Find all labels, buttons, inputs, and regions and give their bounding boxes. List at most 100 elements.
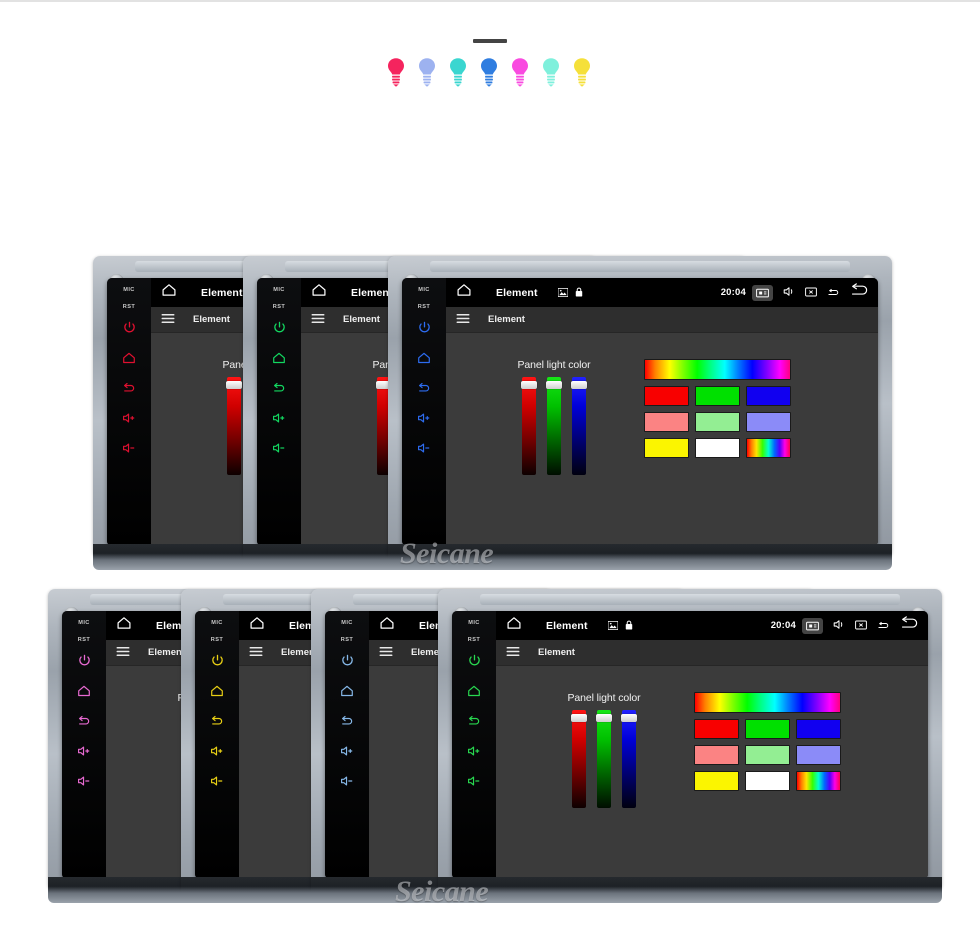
volume-up-button[interactable] [417, 412, 432, 424]
power-button[interactable] [123, 321, 136, 334]
green-slider[interactable] [596, 710, 612, 808]
periwinkle-swatch[interactable] [796, 745, 841, 765]
lock-icon[interactable] [575, 284, 583, 302]
power-button[interactable] [418, 321, 431, 334]
home-button[interactable] [467, 685, 481, 697]
app-bar: Element [446, 307, 878, 333]
power-button[interactable] [78, 654, 91, 667]
home-button[interactable] [210, 685, 224, 697]
home-icon[interactable] [379, 616, 395, 635]
back-button[interactable] [417, 382, 431, 394]
back-button[interactable] [77, 715, 91, 727]
hamburger-menu-icon[interactable] [116, 644, 130, 662]
screen-off-icon[interactable] [805, 284, 817, 302]
salmon-swatch[interactable] [694, 745, 739, 765]
power-button[interactable] [211, 654, 224, 667]
hamburger-menu-icon[interactable] [506, 644, 520, 662]
bulb-legend-item-cyan [447, 57, 472, 87]
hard-key-strip: MIC RST [257, 278, 301, 546]
hamburger-menu-icon[interactable] [249, 644, 263, 662]
image-icon[interactable] [557, 284, 568, 302]
touch-screen[interactable]: Element 20:04 [446, 278, 878, 546]
volume-up-button[interactable] [210, 745, 225, 757]
rainbow-swatch[interactable] [796, 771, 841, 791]
white-swatch[interactable] [695, 438, 740, 458]
back-arrow-icon[interactable] [850, 283, 869, 302]
recent-apps-icon[interactable] [827, 284, 840, 302]
home-button[interactable] [340, 685, 354, 697]
volume-up-button[interactable] [77, 745, 92, 757]
power-button[interactable] [468, 654, 481, 667]
red-slider[interactable] [521, 377, 537, 475]
home-button[interactable] [77, 685, 91, 697]
blue-slider-thumb[interactable] [571, 381, 587, 389]
rainbow-spectrum-swatch[interactable] [644, 359, 791, 380]
hamburger-menu-icon[interactable] [311, 311, 325, 329]
recent-apps-icon[interactable] [877, 617, 890, 635]
blue-slider[interactable] [571, 377, 587, 475]
back-button[interactable] [340, 715, 354, 727]
back-button[interactable] [467, 715, 481, 727]
volume-down-button[interactable] [467, 775, 482, 787]
touch-screen[interactable]: Element 20:04 [496, 611, 928, 879]
volume-down-button[interactable] [272, 442, 287, 454]
screenshot-icon[interactable] [802, 617, 823, 634]
volume-up-button[interactable] [122, 412, 137, 424]
green-slider[interactable] [546, 377, 562, 475]
home-icon[interactable] [311, 283, 327, 302]
power-button[interactable] [341, 654, 354, 667]
red-swatch[interactable] [694, 719, 739, 739]
volume-up-button[interactable] [467, 745, 482, 757]
volume-up-button[interactable] [340, 745, 355, 757]
blue-swatch[interactable] [746, 386, 791, 406]
power-button[interactable] [273, 321, 286, 334]
blue-slider[interactable] [621, 710, 637, 808]
home-icon[interactable] [456, 283, 472, 302]
home-icon[interactable] [506, 616, 522, 635]
rainbow-swatch[interactable] [746, 438, 791, 458]
home-button[interactable] [417, 352, 431, 364]
white-swatch[interactable] [745, 771, 790, 791]
mute-icon[interactable] [783, 284, 795, 302]
light-green-swatch[interactable] [745, 745, 790, 765]
blue-slider-thumb[interactable] [621, 714, 637, 722]
volume-down-button[interactable] [340, 775, 355, 787]
back-button[interactable] [122, 382, 136, 394]
home-icon[interactable] [116, 616, 132, 635]
red-slider[interactable] [571, 710, 587, 808]
red-slider-thumb[interactable] [571, 714, 587, 722]
hamburger-menu-icon[interactable] [161, 311, 175, 329]
screen-off-icon[interactable] [855, 617, 867, 635]
yellow-swatch[interactable] [694, 771, 739, 791]
volume-down-button[interactable] [417, 442, 432, 454]
hamburger-menu-icon[interactable] [456, 311, 470, 329]
home-icon[interactable] [249, 616, 265, 635]
home-icon[interactable] [161, 283, 177, 302]
back-button[interactable] [210, 715, 224, 727]
lock-icon[interactable] [625, 617, 633, 635]
mute-icon[interactable] [833, 617, 845, 635]
back-button[interactable] [272, 382, 286, 394]
red-slider-thumb[interactable] [521, 381, 537, 389]
volume-down-button[interactable] [122, 442, 137, 454]
volume-down-button[interactable] [77, 775, 92, 787]
salmon-swatch[interactable] [644, 412, 689, 432]
back-arrow-icon[interactable] [900, 616, 919, 635]
periwinkle-swatch[interactable] [746, 412, 791, 432]
green-swatch[interactable] [695, 386, 740, 406]
screenshot-icon[interactable] [752, 284, 773, 301]
green-slider-thumb[interactable] [596, 714, 612, 722]
yellow-swatch[interactable] [644, 438, 689, 458]
volume-down-button[interactable] [210, 775, 225, 787]
home-button[interactable] [272, 352, 286, 364]
green-slider-thumb[interactable] [546, 381, 562, 389]
light-green-swatch[interactable] [695, 412, 740, 432]
red-swatch[interactable] [644, 386, 689, 406]
home-button[interactable] [122, 352, 136, 364]
image-icon[interactable] [607, 617, 618, 635]
green-swatch[interactable] [745, 719, 790, 739]
rainbow-spectrum-swatch[interactable] [694, 692, 841, 713]
hamburger-menu-icon[interactable] [379, 644, 393, 662]
blue-swatch[interactable] [796, 719, 841, 739]
volume-up-button[interactable] [272, 412, 287, 424]
